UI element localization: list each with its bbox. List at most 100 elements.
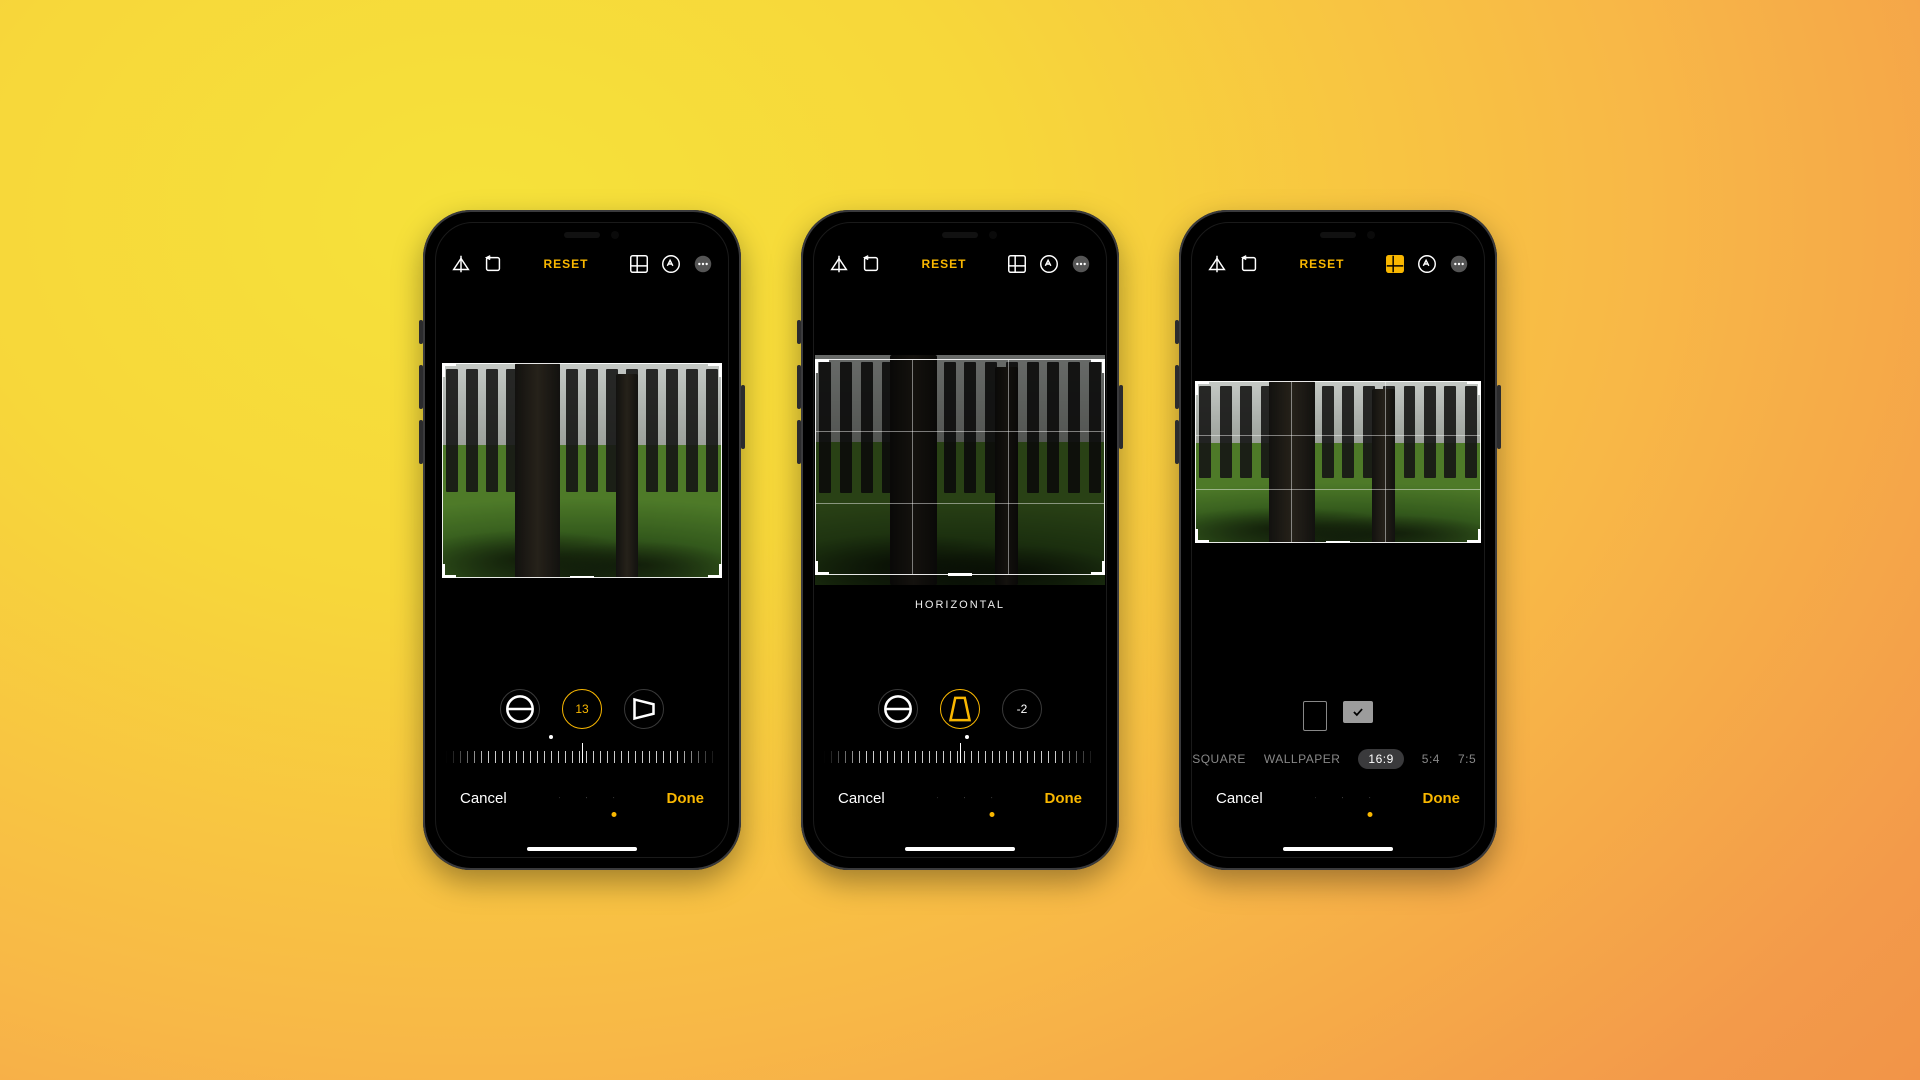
straighten-icon[interactable] — [878, 689, 918, 729]
crop-handle-bl[interactable] — [1195, 529, 1209, 543]
crop-handle-bottom[interactable] — [1326, 541, 1350, 543]
filters-tab[interactable] — [1342, 787, 1343, 809]
rotate-icon[interactable] — [860, 253, 882, 275]
power-button — [1119, 385, 1123, 449]
crop-tab[interactable] — [1369, 787, 1370, 809]
rotate-icon[interactable] — [482, 253, 504, 275]
reset-button[interactable]: RESET — [544, 257, 589, 271]
flip-vertical-icon[interactable] — [828, 253, 850, 275]
cancel-button[interactable]: Cancel — [1216, 790, 1263, 807]
markup-icon[interactable] — [1416, 253, 1438, 275]
volume-down-button — [797, 420, 801, 464]
crop-tab[interactable] — [991, 787, 992, 809]
crop-handle-tl[interactable] — [815, 359, 829, 373]
markup-icon[interactable] — [1038, 253, 1060, 275]
adjust-tab[interactable] — [559, 787, 560, 809]
ratio-option-selected[interactable]: 16:9 — [1358, 749, 1403, 769]
image-area[interactable] — [1192, 283, 1484, 691]
adjustment-label: HORIZONTAL — [815, 599, 1105, 611]
power-button — [741, 385, 745, 449]
slider-ticks — [824, 751, 1096, 763]
crop-handle-tr[interactable] — [708, 363, 722, 377]
home-indicator[interactable] — [1283, 847, 1393, 851]
slider-dot — [549, 735, 553, 739]
crop-overlay[interactable] — [815, 359, 1105, 575]
done-button[interactable]: Done — [1045, 790, 1083, 807]
adjustment-buttons: -2 — [824, 679, 1096, 729]
reset-button[interactable]: RESET — [922, 257, 967, 271]
orientation-buttons — [1202, 691, 1474, 731]
editor-tabs: Cancel Done — [824, 769, 1096, 817]
flip-vertical-icon[interactable] — [450, 253, 472, 275]
volume-up-button — [797, 365, 801, 409]
crop-handle-br[interactable] — [1091, 561, 1105, 575]
mute-switch — [1175, 320, 1179, 344]
horizontal-perspective-icon[interactable] — [624, 689, 664, 729]
crop-handle-bottom[interactable] — [948, 573, 972, 576]
ratio-option[interactable]: 5:4 — [1422, 752, 1440, 766]
filters-tab[interactable] — [964, 787, 965, 809]
more-icon[interactable] — [1070, 253, 1092, 275]
crop-handle-br[interactable] — [708, 564, 722, 578]
volume-down-button — [1175, 420, 1179, 464]
adjust-tab[interactable] — [937, 787, 938, 809]
crop-overlay[interactable] — [442, 363, 722, 578]
cancel-button[interactable]: Cancel — [460, 790, 507, 807]
editor-tabs: Cancel Done — [1202, 769, 1474, 817]
grid-h — [816, 360, 1104, 574]
phone-frame-1: RESET — [423, 210, 741, 870]
image-area[interactable]: HORIZONTAL — [814, 283, 1106, 679]
adjustment-buttons: 13 — [446, 679, 718, 729]
notch — [895, 223, 1025, 247]
adjustment-slider[interactable] — [446, 735, 718, 769]
crop-tab[interactable] — [613, 787, 614, 809]
aspect-ratio-icon[interactable] — [628, 253, 650, 275]
crop-handle-tl[interactable] — [1195, 381, 1209, 395]
image-area[interactable] — [436, 283, 728, 679]
crop-handle-bl[interactable] — [442, 564, 456, 578]
crop-handle-tl[interactable] — [442, 363, 456, 377]
crop-overlay[interactable] — [1195, 381, 1481, 543]
done-button[interactable]: Done — [667, 790, 705, 807]
grid-h — [1196, 382, 1480, 542]
portrait-orientation-button[interactable] — [1303, 701, 1327, 731]
markup-icon[interactable] — [660, 253, 682, 275]
crop-handle-tr[interactable] — [1091, 359, 1105, 373]
straighten-icon[interactable] — [500, 689, 540, 729]
reset-button[interactable]: RESET — [1300, 257, 1345, 271]
notch — [1273, 223, 1403, 247]
aspect-ratio-icon[interactable] — [1384, 253, 1406, 275]
cancel-button[interactable]: Cancel — [838, 790, 885, 807]
crop-handle-bottom[interactable] — [570, 576, 594, 578]
crop-handle-tr[interactable] — [1467, 381, 1481, 395]
slider-ticks — [446, 751, 718, 763]
aspect-ratio-icon[interactable] — [1006, 253, 1028, 275]
mute-switch — [419, 320, 423, 344]
ratio-option[interactable]: 7:5 — [1458, 752, 1476, 766]
flip-vertical-icon[interactable] — [1206, 253, 1228, 275]
stage: RESET — [0, 0, 1920, 1080]
straighten-value-button[interactable]: 13 — [562, 689, 602, 729]
home-indicator[interactable] — [905, 847, 1015, 851]
horizontal-value-button[interactable]: -2 — [1002, 689, 1042, 729]
done-button[interactable]: Done — [1423, 790, 1461, 807]
rotate-icon[interactable] — [1238, 253, 1260, 275]
more-icon[interactable] — [1448, 253, 1470, 275]
more-icon[interactable] — [692, 253, 714, 275]
power-button — [1497, 385, 1501, 449]
landscape-orientation-button[interactable] — [1343, 701, 1373, 723]
vertical-perspective-icon[interactable] — [940, 689, 980, 729]
adjustment-slider[interactable] — [824, 735, 1096, 769]
crop-handle-bl[interactable] — [815, 561, 829, 575]
volume-down-button — [419, 420, 423, 464]
home-indicator[interactable] — [527, 847, 637, 851]
ratio-option[interactable]: SQUARE — [1192, 752, 1246, 766]
adjust-tab[interactable] — [1315, 787, 1316, 809]
filters-tab[interactable] — [586, 787, 587, 809]
mute-switch — [797, 320, 801, 344]
ratio-option[interactable]: WALLPAPER — [1264, 752, 1341, 766]
slider-dot — [965, 735, 969, 739]
crop-handle-br[interactable] — [1467, 529, 1481, 543]
aspect-ratio-row[interactable]: M SQUARE WALLPAPER 16:9 5:4 7:5 4:3 — [1202, 731, 1474, 769]
phone-frame-2: RESET — [801, 210, 1119, 870]
